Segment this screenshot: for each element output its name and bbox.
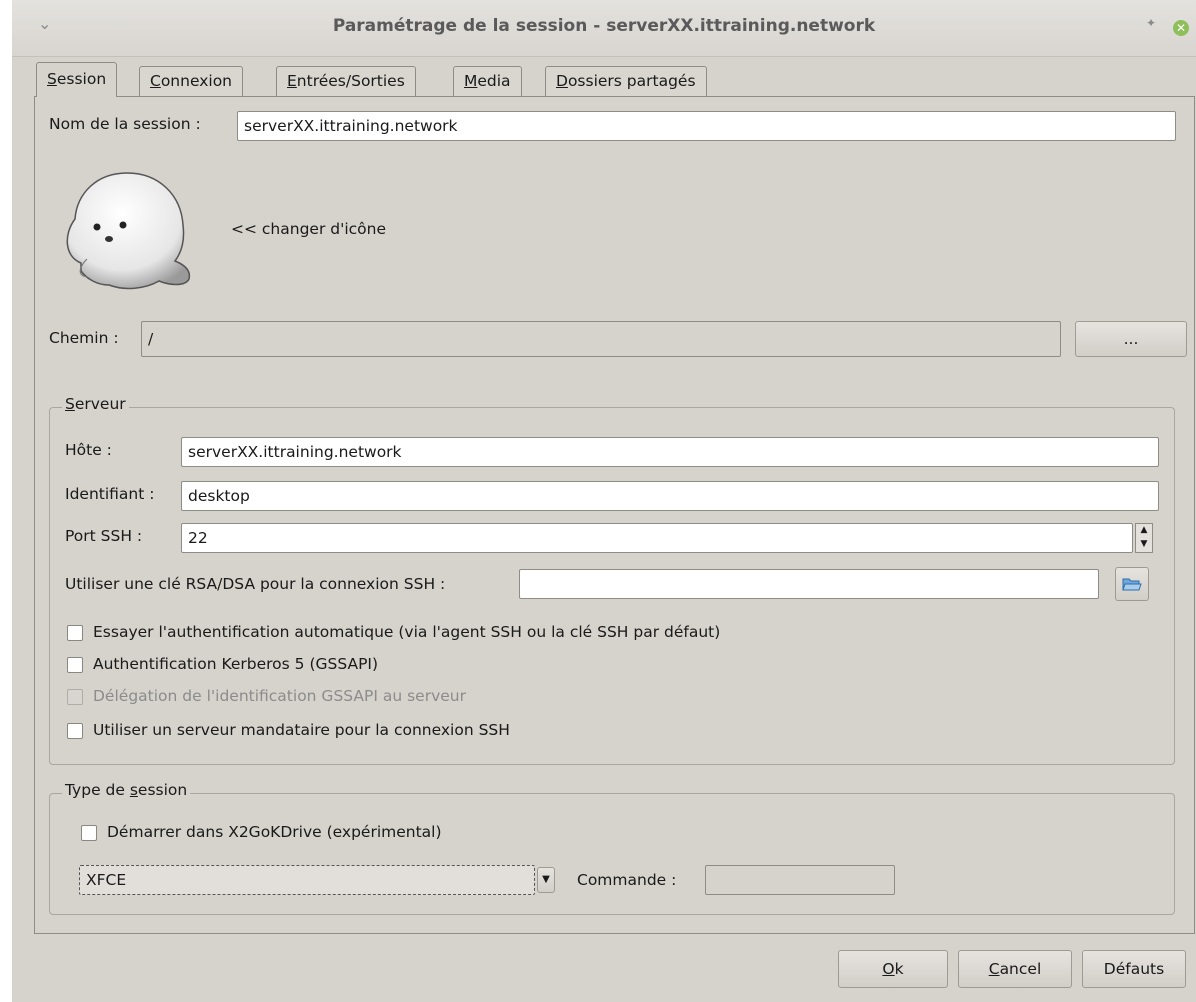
proxy-checkbox[interactable] <box>67 723 83 739</box>
ssh-port-stepper[interactable]: ▲ ▼ <box>1135 523 1153 553</box>
session-name-input[interactable]: serverXX.ittraining.network <box>237 111 1176 141</box>
pin-icon[interactable]: ✦ <box>1146 16 1156 30</box>
server-legend-mnemonic: S <box>65 395 75 413</box>
path-input[interactable]: / <box>141 321 1061 357</box>
kerberos-label[interactable]: Authentification Kerberos 5 (GSSAPI) <box>93 655 378 673</box>
session-type-select[interactable]: XFCE <box>79 865 535 895</box>
cancel-button[interactable]: Cancel <box>958 950 1072 988</box>
stepper-down-icon[interactable]: ▼ <box>1136 538 1152 552</box>
login-input[interactable]: desktop <box>181 481 1159 511</box>
tab-media-mnemonic: M <box>464 72 478 90</box>
tab-connexion[interactable]: Connexion <box>139 66 244 96</box>
ok-button[interactable]: Ok <box>838 950 948 988</box>
seal-icon[interactable] <box>61 167 195 291</box>
command-label: Commande : <box>577 871 677 889</box>
command-input[interactable] <box>705 865 895 895</box>
rsa-key-browse-button[interactable] <box>1115 567 1149 601</box>
gssapi-delegation-label: Délégation de l'identification GSSAPI au… <box>93 687 466 705</box>
path-label: Chemin : <box>49 329 119 347</box>
session-type-legend-mnemonic: s <box>129 781 138 799</box>
tab-session-label: ession <box>56 70 107 88</box>
tab-dossiers-partages-label: ossiers partagés <box>567 72 696 90</box>
tab-connexion-mnemonic: C <box>150 72 161 90</box>
session-settings-window: ⌄ Paramétrage de la session - serverXX.i… <box>12 0 1196 1002</box>
server-legend-text: erveur <box>74 395 126 413</box>
kerberos-checkbox[interactable] <box>67 657 83 673</box>
ssh-port-input[interactable]: 22 <box>181 523 1133 553</box>
x2gokdrive-checkbox[interactable] <box>81 825 97 841</box>
host-input[interactable]: serverXX.ittraining.network <box>181 437 1159 467</box>
tab-media[interactable]: Media <box>453 66 522 96</box>
gssapi-delegation-checkbox <box>67 689 83 705</box>
host-label: Hôte : <box>65 441 112 459</box>
auto-auth-label[interactable]: Essayer l'authentification automatique (… <box>93 623 720 641</box>
ok-mnemonic: O <box>882 960 895 978</box>
x2gokdrive-label[interactable]: Démarrer dans X2GoKDrive (expérimental) <box>107 823 442 841</box>
rsa-key-label: Utiliser une clé RSA/DSA pour la connexi… <box>65 575 446 593</box>
proxy-label[interactable]: Utiliser un serveur mandataire pour la c… <box>93 721 510 739</box>
tab-entrees-sorties[interactable]: Entrées/Sorties <box>276 66 416 96</box>
ok-label: k <box>894 960 904 978</box>
cancel-label: ancel <box>999 960 1042 978</box>
tab-dossiers-partages-mnemonic: D <box>556 72 568 90</box>
title-bar[interactable]: ⌄ Paramétrage de la session - serverXX.i… <box>12 0 1196 57</box>
rsa-key-input[interactable] <box>519 569 1099 599</box>
session-type-group <box>49 793 1175 915</box>
session-type-legend-before: Type de <box>65 781 130 799</box>
server-group-legend: Serveur <box>62 395 129 413</box>
tab-entrees-sorties-label: ntrées/Sorties <box>296 72 405 90</box>
session-name-label: Nom de la session : <box>49 115 201 133</box>
chevron-down-icon[interactable]: ▼ <box>537 867 555 893</box>
defaults-button[interactable]: Défauts <box>1082 950 1186 988</box>
tab-session-mnemonic: S <box>47 70 57 88</box>
tab-entrees-sorties-mnemonic: E <box>287 72 297 90</box>
auto-auth-checkbox[interactable] <box>67 625 83 641</box>
stepper-up-icon[interactable]: ▲ <box>1136 524 1152 538</box>
session-type-legend: Type de session <box>62 781 191 799</box>
folder-open-icon <box>1122 578 1142 591</box>
login-label: Identifiant : <box>65 485 155 503</box>
tab-connexion-label: onnexion <box>160 72 233 90</box>
session-type-legend-after: ession <box>137 781 188 799</box>
cancel-mnemonic: C <box>988 960 1000 978</box>
window-title: Paramétrage de la session - serverXX.itt… <box>332 16 876 36</box>
session-tab-panel: Nom de la session : serverXX.ittraining.… <box>34 96 1195 934</box>
close-icon[interactable]: ✕ <box>1173 20 1189 36</box>
browse-path-button[interactable]: ... <box>1075 321 1187 357</box>
ssh-port-label: Port SSH : <box>65 527 143 545</box>
tab-media-label: edia <box>477 72 511 90</box>
tab-dossiers-partages[interactable]: Dossiers partagés <box>545 66 707 96</box>
tab-session[interactable]: Session <box>36 62 118 97</box>
change-icon-label[interactable]: << changer d'icône <box>231 220 386 238</box>
